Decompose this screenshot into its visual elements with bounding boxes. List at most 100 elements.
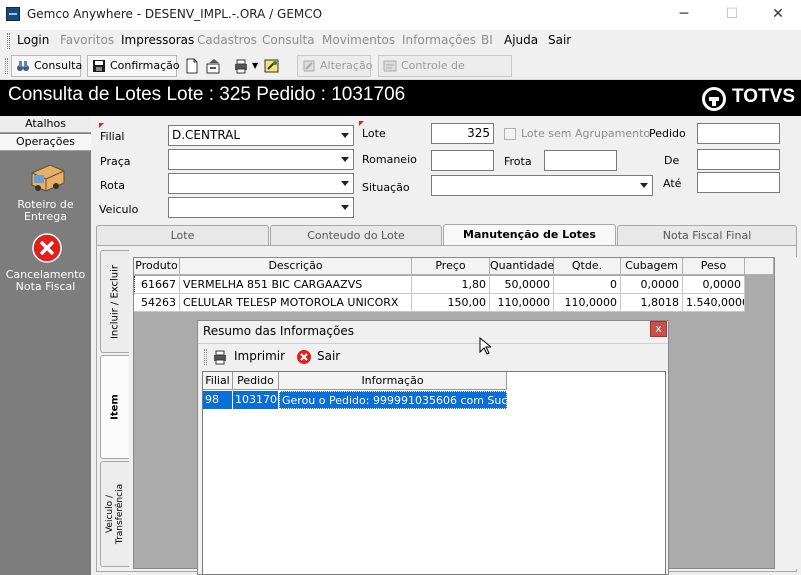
lote-input[interactable]: 325 <box>431 123 494 144</box>
table-cell[interactable]: 1.540,0000 <box>683 294 745 312</box>
pedido-label: Pedido <box>649 127 686 140</box>
table-cell[interactable]: VERMELHA 851 BIC CARGAAZVS <box>180 276 412 294</box>
menu-ajuda[interactable]: Ajuda <box>504 33 538 47</box>
delivery-icon <box>383 60 397 72</box>
new-document-icon[interactable] <box>184 58 200 74</box>
dialog-close-button[interactable]: x <box>650 321 667 337</box>
romaneio-input[interactable] <box>431 150 494 171</box>
chevron-down-icon[interactable] <box>338 201 351 214</box>
close-window-button[interactable]: ✕ <box>755 4 801 26</box>
column-header[interactable]: Filial <box>203 372 233 390</box>
tab-manutencao-de-lotes[interactable]: Manutenção de Lotes <box>443 224 616 246</box>
de-label: De <box>664 154 680 167</box>
table-cell[interactable]: 98 <box>203 391 233 409</box>
alteracao-label: Alteração <box>320 59 373 72</box>
menu-consulta[interactable]: Consulta <box>262 33 315 47</box>
table-cell[interactable]: 0,0000 <box>621 276 683 294</box>
maximize-button[interactable]: ☐ <box>709 4 755 26</box>
tab-lote[interactable]: Lote <box>96 225 269 245</box>
minimize-button[interactable]: ─ <box>661 4 707 26</box>
lote-sem-agrupamento-label: Lote sem Agrupamento <box>521 127 651 140</box>
table-cell[interactable]: 1,80 <box>412 276 490 294</box>
chevron-down-icon[interactable]: ▼ <box>252 61 258 70</box>
vtab-veiculo-transferencia[interactable]: Veiculo / Transferência <box>100 461 129 567</box>
column-header[interactable]: Quantidade <box>490 258 554 275</box>
table-cell[interactable]: 50,0000 <box>490 276 554 294</box>
alteracao-button[interactable]: Alteração <box>297 55 373 77</box>
rota-select[interactable] <box>168 173 354 194</box>
menu-informacoes[interactable]: Informações <box>402 33 476 47</box>
table-cell[interactable]: Gerou o Pedido: 999991035606 com Sucesso… <box>279 391 507 409</box>
table-cell[interactable]: 110,0000 <box>554 294 621 312</box>
window-title: Gemco Anywhere - DESENV_IMPL.-.ORA / GEM… <box>27 7 323 21</box>
column-header[interactable]: Preço Unitário <box>412 258 490 288</box>
frota-input[interactable] <box>544 150 617 171</box>
sair-button[interactable]: Sair <box>296 347 346 367</box>
menu-impressoras[interactable]: Impressoras <box>121 33 194 47</box>
consulta-button[interactable]: Consulta <box>11 55 82 77</box>
situacao-select[interactable] <box>431 175 653 196</box>
column-header[interactable]: Cubagem <box>621 258 683 275</box>
column-header[interactable]: Informação <box>279 372 507 390</box>
menu-movimentos[interactable]: Movimentos <box>322 33 395 47</box>
menu-sair[interactable]: Sair <box>548 33 571 47</box>
chevron-down-icon[interactable] <box>338 129 351 142</box>
totvs-logo-icon <box>702 87 726 111</box>
cancel-icon[interactable] <box>32 233 62 263</box>
frota-label: Frota <box>504 155 532 168</box>
menu-grip <box>7 33 10 49</box>
column-header[interactable]: Qtde. Alter... <box>554 258 621 288</box>
column-header[interactable]: Produto <box>134 258 180 275</box>
table-cell[interactable]: 1031706 <box>233 391 279 409</box>
vtab-incluir-excluir[interactable]: Incluir / Excluir <box>100 250 129 353</box>
filial-label: Filial <box>100 130 125 143</box>
table-cell[interactable]: 150,00 <box>412 294 490 312</box>
truck-icon[interactable] <box>30 161 66 193</box>
printer-icon[interactable] <box>233 58 249 74</box>
menu-cadastros[interactable]: Cadastros <box>197 33 257 47</box>
confirmacao-button[interactable]: Confirmação <box>87 55 180 77</box>
table-cell[interactable]: 54263 <box>134 294 180 312</box>
sidebar-tab-operacoes[interactable]: Operações <box>0 134 91 151</box>
lote-label: Lote <box>362 127 386 140</box>
tools-icon[interactable] <box>264 58 280 74</box>
export-icon[interactable] <box>206 58 222 74</box>
ate-input[interactable] <box>697 172 780 193</box>
sidebar-cancelamento-nota-fiscal[interactable]: Cancelamento Nota Fiscal <box>0 269 91 293</box>
chevron-down-icon[interactable] <box>338 153 351 166</box>
chevron-down-icon[interactable] <box>637 179 650 192</box>
chevron-down-icon[interactable] <box>338 177 351 190</box>
de-input[interactable] <box>697 149 780 170</box>
brand-logo: TOTVS <box>732 86 795 107</box>
menu-favoritos[interactable]: Favoritos <box>60 33 114 47</box>
veiculo-select[interactable] <box>168 197 354 218</box>
column-header[interactable]: Pedido <box>233 372 279 390</box>
table-cell[interactable]: CELULAR TELESP MOTOROLA UNICORX <box>180 294 412 312</box>
column-header[interactable]: Descrição <box>180 258 412 275</box>
confirmacao-label: Confirmação <box>110 59 180 72</box>
pedido-input[interactable] <box>697 123 780 144</box>
vtab-item[interactable]: Item <box>100 355 129 459</box>
table-row[interactable]: 54263 CELULAR TELESP MOTOROLA UNICORX 15… <box>134 294 745 312</box>
tab-conteudo-do-lote[interactable]: Conteudo do Lote <box>270 225 442 245</box>
table-cell[interactable]: 0 <box>554 276 621 294</box>
table-cell[interactable]: 0,0000 <box>683 276 745 294</box>
filial-select[interactable]: D.CENTRAL <box>168 125 354 146</box>
imprimir-button[interactable]: Imprimir <box>210 347 286 367</box>
menu-bi[interactable]: BI <box>481 33 493 47</box>
table-cell[interactable]: 61667 <box>134 276 180 294</box>
sidebar-tab-atalhos[interactable]: Atalhos <box>0 116 91 133</box>
praca-select[interactable] <box>168 149 354 170</box>
controle-entrega-button[interactable]: Controle de Entrega <box>378 55 512 92</box>
table-cell[interactable]: 1,8018 <box>621 294 683 312</box>
tab-nota-fiscal-final[interactable]: Nota Fiscal Final <box>617 225 797 245</box>
lote-sem-agrupamento-checkbox[interactable] <box>504 128 516 140</box>
menu-login[interactable]: Login <box>17 33 49 47</box>
toolbar-grip <box>5 58 8 74</box>
app-icon <box>6 7 20 21</box>
table-cell[interactable]: 110,0000 <box>490 294 554 312</box>
sidebar-roteiro-entrega[interactable]: Roteiro de Entrega <box>0 199 91 223</box>
summary-grid[interactable]: Filial Pedido Informação 98 1031706 Gero… <box>202 371 666 575</box>
column-header[interactable]: Peso <box>683 258 745 275</box>
table-row[interactable]: 61667 VERMELHA 851 BIC CARGAAZVS 1,80 50… <box>134 276 745 294</box>
